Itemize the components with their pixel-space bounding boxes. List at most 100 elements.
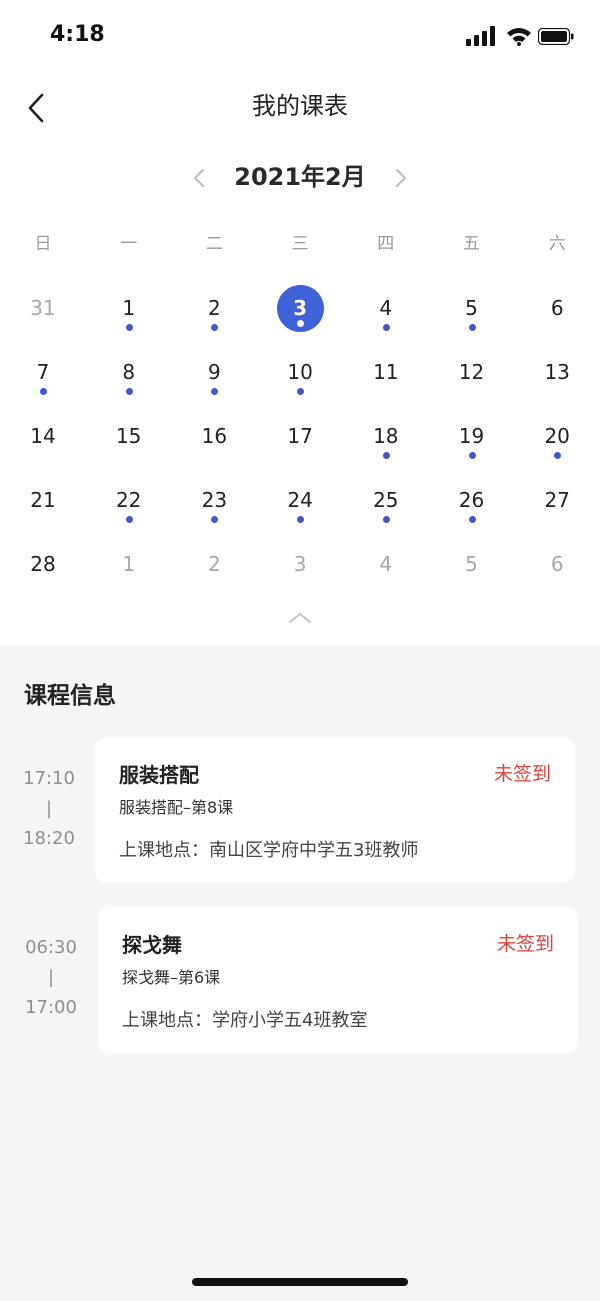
- date-number: 27: [544, 488, 570, 512]
- course-indicator-dot: [468, 324, 476, 331]
- date-number: 1: [122, 552, 136, 576]
- course-lesson: 探戈舞–第6课: [122, 968, 221, 987]
- back-button[interactable]: [18, 88, 54, 128]
- date-number: 13: [544, 360, 570, 384]
- date-cell[interactable]: 18: [343, 408, 429, 472]
- date-cell[interactable]: 21: [0, 472, 86, 536]
- date-number: 31: [30, 296, 56, 320]
- chevron-left-icon: [28, 93, 44, 123]
- calendar-panel: 4:18 我的课表 2021年2月 日 一 二 三 四 五 六 31 1 2 3…: [0, 0, 600, 645]
- date-number: 6: [550, 296, 564, 320]
- check-in-status: 未签到: [496, 933, 554, 955]
- course-time-separator: |: [47, 967, 55, 988]
- course-indicator-dot: [382, 516, 390, 523]
- next-month-button[interactable]: [386, 162, 416, 194]
- date-cell[interactable]: 9: [171, 344, 257, 408]
- course-time-end: 17:00: [25, 997, 77, 1018]
- date-cell[interactable]: 19: [429, 408, 515, 472]
- date-cell[interactable]: 17: [257, 408, 343, 472]
- date-cell[interactable]: 15: [86, 408, 172, 472]
- date-cell[interactable]: 31: [0, 280, 86, 344]
- date-number: 23: [201, 488, 228, 512]
- date-cell[interactable]: 24: [257, 472, 343, 536]
- weekday-label: 三: [291, 234, 309, 254]
- course-indicator-dot: [125, 324, 133, 331]
- prev-month-button[interactable]: [184, 162, 214, 194]
- date-cell[interactable]: 20: [514, 408, 600, 472]
- course-name: 探戈舞: [122, 933, 182, 957]
- date-cell[interactable]: 23: [171, 472, 257, 536]
- course-indicator-dot: [382, 324, 390, 331]
- weekday-label: 六: [548, 234, 566, 254]
- course-card[interactable]: 探戈舞 未签到探戈舞–第6课上课地点：学府小学五4班教室: [98, 907, 578, 1053]
- course-indicator-dot: [125, 516, 133, 523]
- date-number: 1: [122, 296, 136, 320]
- course-indicator-dot: [211, 324, 219, 331]
- course-indicator-dot: [554, 452, 562, 459]
- course-location: 上课地点：南山区学府中学五3班教师: [119, 840, 419, 861]
- date-number: 7: [36, 360, 50, 384]
- date-number: 12: [458, 360, 485, 384]
- date-cell[interactable]: 3: [257, 536, 343, 600]
- chevron-left-icon: [194, 169, 204, 187]
- course-indicator-dot: [297, 388, 305, 395]
- date-grid: 31 1 2 3 4 5 6 7 8 9 10 11 12 13 14 15 16 17 18 19 20 21 22 23 2…: [0, 280, 600, 600]
- course-card[interactable]: 服装搭配 未签到 服装搭配–第8课 上课地点：南山区学府中学五3班教师: [95, 737, 575, 883]
- course-indicator-dot: [468, 516, 476, 523]
- home-indicator: [192, 1278, 408, 1286]
- date-number: 4: [379, 296, 393, 320]
- date-cell[interactable]: 7: [0, 344, 86, 408]
- date-cell[interactable]: 27: [514, 472, 600, 536]
- date-number: 15: [115, 424, 142, 448]
- status-time: 4:18: [50, 22, 105, 47]
- date-cell[interactable]: 5: [429, 536, 515, 600]
- date-number: 2: [208, 296, 221, 320]
- date-cell[interactable]: 25: [343, 472, 429, 536]
- course-time-end: 18:20: [23, 828, 75, 849]
- course-location: 上课地点：学府小学五4班教室: [122, 1010, 368, 1031]
- date-cell[interactable]: 6: [514, 536, 600, 600]
- date-cell[interactable]: 2: [171, 280, 257, 344]
- course-indicator-dot: [382, 452, 390, 459]
- course-lesson: 服装搭配–第8课: [119, 798, 234, 817]
- date-number: 22: [115, 488, 142, 512]
- date-cell[interactable]: 10: [257, 344, 343, 408]
- date-cell[interactable]: 28: [0, 536, 86, 600]
- date-number: 9: [208, 360, 221, 384]
- date-cell[interactable]: 1: [86, 280, 172, 344]
- date-number: 5: [465, 296, 478, 320]
- course-time-start: 17:10: [23, 768, 75, 789]
- course-time: 06:30 | 17:00: [16, 933, 86, 1023]
- weekday-label: 日: [34, 234, 52, 254]
- course-time-separator: |: [45, 798, 53, 819]
- date-number: 4: [379, 552, 393, 576]
- status-icons: [466, 26, 578, 48]
- date-cell[interactable]: 22: [86, 472, 172, 536]
- date-cell[interactable]: 4: [343, 536, 429, 600]
- page-title: 我的课表: [252, 92, 348, 120]
- date-cell[interactable]: 8: [86, 344, 172, 408]
- weekday-label: 二: [205, 234, 223, 254]
- date-cell[interactable]: 1: [86, 536, 172, 600]
- date-cell[interactable]: 16: [171, 408, 257, 472]
- collapse-calendar-button[interactable]: [285, 608, 315, 628]
- section-title: 课程信息: [24, 683, 116, 709]
- date-number: 6: [550, 552, 564, 576]
- check-in-status: 未签到: [493, 763, 551, 785]
- wifi-icon: [507, 28, 531, 46]
- chevron-up-icon: [289, 613, 311, 623]
- date-cell-selected[interactable]: 3: [257, 280, 343, 344]
- date-cell[interactable]: 6: [514, 280, 600, 344]
- date-cell[interactable]: 14: [0, 408, 86, 472]
- date-cell[interactable]: 5: [429, 280, 515, 344]
- battery-icon: [538, 28, 574, 45]
- date-cell[interactable]: 11: [343, 344, 429, 408]
- date-cell[interactable]: 13: [514, 344, 600, 408]
- course-indicator-dot: [297, 516, 305, 523]
- date-number: 3: [293, 552, 307, 576]
- date-cell[interactable]: 12: [429, 344, 515, 408]
- date-cell[interactable]: 4: [343, 280, 429, 344]
- date-cell[interactable]: 2: [171, 536, 257, 600]
- date-number: 26: [458, 488, 485, 512]
- date-cell[interactable]: 26: [429, 472, 515, 536]
